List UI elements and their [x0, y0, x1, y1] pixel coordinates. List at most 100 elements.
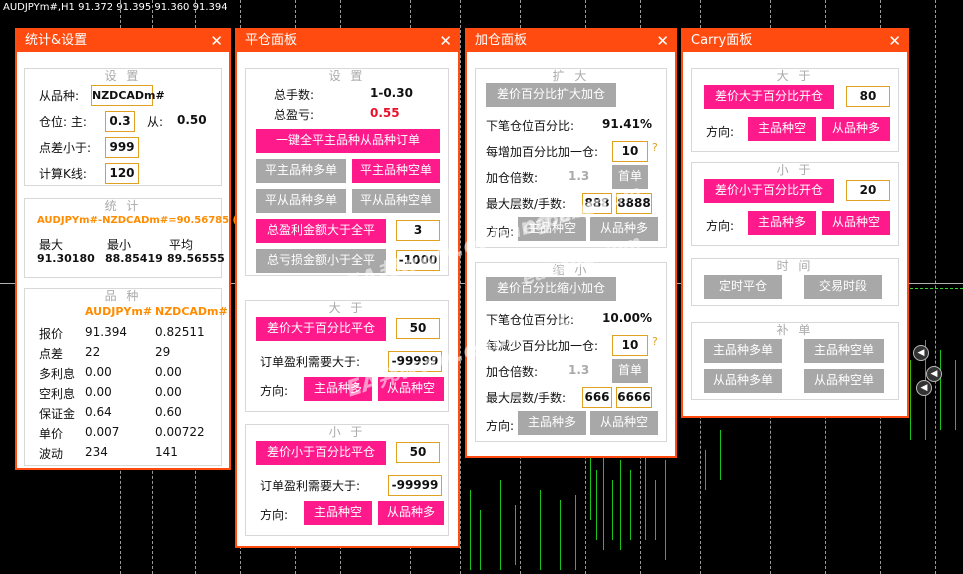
section-title: 大 于 [328, 301, 366, 315]
supplement-main-sell-button[interactable]: 主品种空单 [804, 339, 884, 363]
table-cell: 29 [155, 345, 171, 359]
first-order-button[interactable]: 首单 [612, 165, 648, 189]
direction-label: 方向: [260, 508, 289, 522]
close-greater-field[interactable]: 50 [396, 318, 440, 339]
spread-field[interactable]: 999 [105, 137, 139, 158]
direction-from-sell-button[interactable]: 从品种空 [822, 211, 890, 235]
timed-close-button[interactable]: 定时平仓 [704, 275, 782, 299]
trading-session-button[interactable]: 交易时段 [804, 275, 882, 299]
expand-add-button[interactable]: 差价百分比扩大加仓 [486, 83, 616, 107]
max-layers-field[interactable]: 888 [582, 193, 612, 214]
order-pl-field[interactable]: -99999 [388, 351, 442, 372]
shrink-add-button[interactable]: 差价百分比缩小加仓 [486, 277, 616, 301]
section-title: 统 计 [104, 199, 142, 213]
direction-label: 方向: [706, 125, 735, 139]
trade-arrow-icon: ◀ [916, 380, 932, 396]
close-from-sell-button[interactable]: 平从品种空单 [352, 189, 440, 213]
next-pct-label: 下笔仓位百分比: [486, 119, 575, 133]
carry-less-field[interactable]: 20 [846, 180, 890, 201]
direction-from-buy-button[interactable]: 从品种多 [378, 501, 444, 525]
supplement-main-buy-button[interactable]: 主品种多单 [704, 339, 782, 363]
table-cell: 0.00 [155, 385, 182, 399]
direction-from-sell-button[interactable]: 从品种空 [378, 377, 444, 401]
max-layers-field[interactable]: 666 [582, 387, 612, 408]
close-less-button[interactable]: 差价小于百分比平仓 [256, 441, 386, 465]
direction-main-sell-button[interactable]: 主品种空 [518, 217, 586, 241]
profit-close-button[interactable]: 总盈利金额大于全平 [256, 219, 386, 243]
table-cell: 0.00 [85, 385, 112, 399]
carry-less-button[interactable]: 差价小于百分比开仓 [704, 179, 834, 203]
step-field[interactable]: 10 [612, 335, 648, 356]
max-value: 91.30180 [37, 252, 95, 265]
step-field[interactable]: 10 [612, 141, 648, 162]
close-icon[interactable]: ✕ [210, 30, 223, 52]
direction-label: 方向: [706, 219, 735, 233]
profit-close-field[interactable]: 3 [396, 220, 440, 241]
supplement-from-buy-button[interactable]: 从品种多单 [704, 369, 782, 393]
help-icon[interactable]: ? [652, 335, 658, 348]
direction-main-buy-button[interactable]: 主品种多 [518, 411, 586, 435]
stats-settings-panel: 统计&设置 ✕ 设 置 从品种: NZDCADm# 仓位: 主: 0.3 从: … [15, 28, 265, 470]
position-from-value[interactable]: 0.50 [177, 113, 207, 127]
table-cell: 91.394 [85, 325, 127, 339]
loss-close-field[interactable]: -1000 [396, 250, 440, 271]
panel-header: 统计&设置 ✕ [17, 30, 229, 52]
close-from-buy-button[interactable]: 平从品种多单 [256, 189, 346, 213]
close-icon[interactable]: ✕ [888, 30, 901, 52]
chart-title: AUDJPYm#,H1 91.372 91.395 91.360 91.394 [3, 2, 228, 13]
direction-from-buy-button[interactable]: 从品种多 [590, 217, 658, 241]
position-main-field[interactable]: 0.3 [105, 111, 135, 132]
next-pct-label: 下笔仓位百分比: [486, 313, 575, 327]
symbols-section: 品 种 AUDJPYm# NZDCADm# 报价 91.394 0.82511 … [24, 288, 228, 466]
max-layers-label: 最大层数/手数: [486, 197, 567, 211]
close-less-field[interactable]: 50 [396, 442, 440, 463]
direction-main-buy-button[interactable]: 主品种多 [304, 377, 372, 401]
kline-field[interactable]: 120 [105, 163, 139, 184]
close-icon[interactable]: ✕ [439, 30, 452, 52]
supplement-section: 补 单 主品种多单 主品种空单 从品种多单 从品种空单 [691, 322, 899, 400]
settings-section: 设 置 从品种: NZDCADm# 仓位: 主: 0.3 从: 0.50 点差小… [24, 68, 222, 186]
loss-close-button[interactable]: 总亏损金额小于全平 [256, 249, 386, 273]
close-all-button[interactable]: 一键全平主品种从品种订单 [256, 129, 440, 153]
direction-main-buy-button[interactable]: 主品种多 [748, 211, 816, 235]
help-icon[interactable]: ? [652, 141, 658, 154]
table-cell: 0.64 [85, 405, 112, 419]
carry-greater-field[interactable]: 80 [846, 86, 890, 107]
first-order-button[interactable]: 首单 [612, 359, 648, 383]
close-main-sell-button[interactable]: 平主品种空单 [352, 159, 440, 183]
section-title: 小 于 [328, 425, 366, 439]
max-label: 最大 [39, 238, 64, 252]
kline-label: 计算K线: [39, 167, 87, 181]
order-pl-label: 订单盈利需要大于: [260, 479, 361, 493]
add-position-panel: 加仓面板 ✕ 扩 大 差价百分比扩大加仓 下笔仓位百分比: 91.41% 每增加… [465, 28, 677, 458]
multiplier-value[interactable]: 1.3 [568, 169, 589, 183]
max-lots-field[interactable]: 8888 [616, 193, 652, 214]
next-pct-value: 10.00% [602, 311, 652, 325]
section-title: 设 置 [328, 69, 366, 83]
close-panel: 平仓面板 ✕ 设 置 总手数: 1-0.30 总盈亏: 0.55 一键全平主品种… [235, 28, 460, 548]
ratio-line: AUDJPYm#-NZDCADm#=90.56785 ( 70% [37, 215, 265, 226]
close-main-buy-button[interactable]: 平主品种多单 [256, 159, 346, 183]
direction-from-sell-button[interactable]: 从品种空 [590, 411, 658, 435]
direction-label: 方向: [486, 419, 515, 433]
table-cell: 0.00 [85, 365, 112, 379]
supplement-from-sell-button[interactable]: 从品种空单 [804, 369, 884, 393]
next-pct-value: 91.41% [602, 117, 652, 131]
multiplier-value[interactable]: 1.3 [568, 363, 589, 377]
from-symbol-label: 从品种: [39, 89, 80, 103]
carry-panel: Carry面板 ✕ 大 于 差价大于百分比开仓 80 方向: 主品种空 从品种多… [681, 28, 909, 418]
direction-main-sell-button[interactable]: 主品种空 [304, 501, 372, 525]
table-row-label: 保证金 [39, 407, 76, 421]
close-settings-section: 设 置 总手数: 1-0.30 总盈亏: 0.55 一键全平主品种从品种订单 平… [245, 68, 449, 276]
table-cell: 0.00722 [155, 425, 205, 439]
close-icon[interactable]: ✕ [656, 30, 669, 52]
position-label: 仓位: 主: [39, 115, 87, 129]
from-symbol-field[interactable]: NZDCADm# [91, 85, 165, 106]
close-greater-button[interactable]: 差价大于百分比平仓 [256, 317, 386, 341]
panel-title: 平仓面板 [245, 33, 298, 48]
max-lots-field[interactable]: 6666 [616, 387, 652, 408]
carry-greater-button[interactable]: 差价大于百分比开仓 [704, 85, 834, 109]
direction-main-sell-button[interactable]: 主品种空 [748, 117, 816, 141]
direction-from-buy-button[interactable]: 从品种多 [822, 117, 890, 141]
order-pl-field[interactable]: -99999 [388, 475, 442, 496]
